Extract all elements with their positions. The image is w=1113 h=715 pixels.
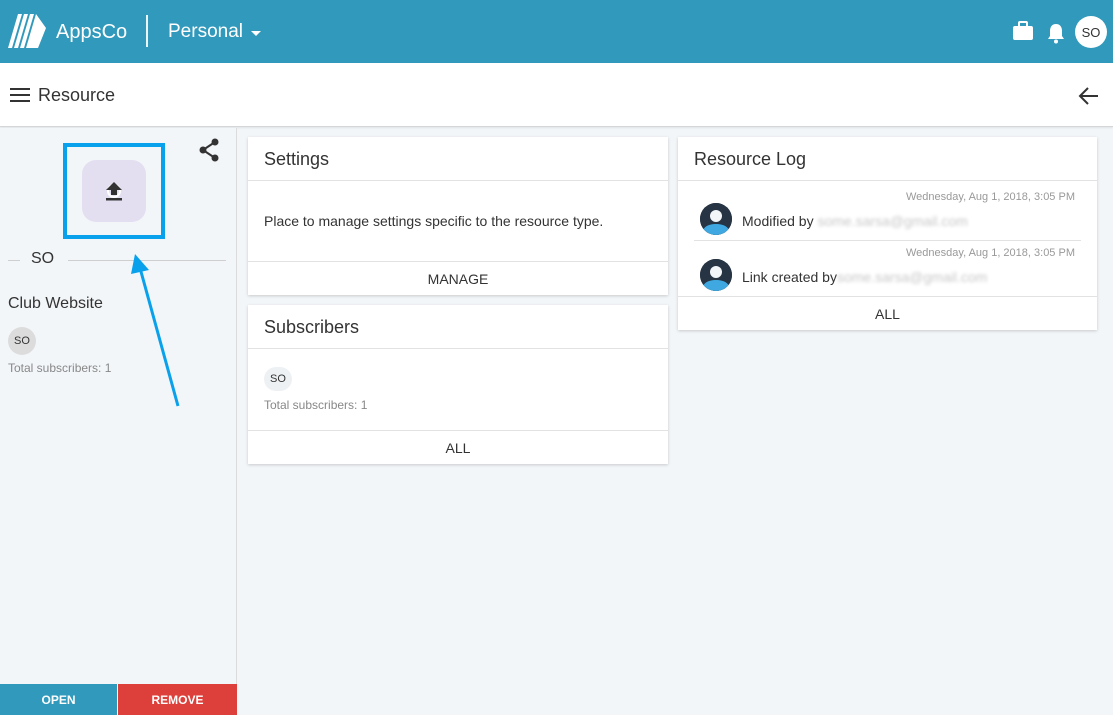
log-action: Link created by [742, 269, 837, 285]
log-text: Link created bysome.sarsa@gmail.com [742, 269, 987, 285]
user-avatar-icon [700, 203, 732, 235]
page-title: Resource [38, 85, 116, 105]
menu-icon[interactable] [10, 87, 30, 103]
top-bar: AppsCo Personal SO [0, 0, 1113, 63]
share-icon[interactable] [198, 138, 220, 162]
subscriber-chip[interactable]: SO [264, 367, 292, 391]
bell-icon[interactable] [1046, 22, 1066, 44]
chevron-down-icon [251, 30, 261, 36]
back-arrow-icon[interactable] [1078, 85, 1100, 107]
header-divider [146, 15, 148, 47]
app-name: AppsCo [56, 21, 128, 43]
card-title: Subscribers [248, 305, 668, 349]
annotation-arrow [131, 254, 180, 407]
divider [8, 260, 20, 261]
card-title: Resource Log [678, 137, 1097, 181]
resource-icon-upload[interactable] [63, 143, 165, 239]
log-entry: Wednesday, Aug 1, 2018, 3:05 PM Link cre… [694, 243, 1081, 297]
manage-button[interactable]: MANAGE [248, 261, 668, 295]
log-text: Modified by some.sarsa@gmail.com [742, 213, 968, 229]
owner-initials-row: SO [8, 250, 226, 270]
resource-sidebar: SO Club Website SO Total subscribers: 1 … [0, 128, 237, 715]
log-user: some.sarsa@gmail.com [836, 269, 988, 285]
log-timestamp: Wednesday, Aug 1, 2018, 3:05 PM [906, 247, 1075, 259]
resource-log-card: Resource Log Wednesday, Aug 1, 2018, 3:0… [678, 137, 1097, 330]
total-subscribers: Total subscribers: 1 [8, 361, 112, 375]
sub-header: Resource [0, 63, 1113, 127]
card-title: Settings [248, 137, 668, 181]
log-user: some.sarsa@gmail.com [817, 213, 968, 229]
subscriber-avatar[interactable]: SO [8, 327, 36, 355]
log-entry: Wednesday, Aug 1, 2018, 3:05 PM Modified… [694, 187, 1081, 241]
open-button[interactable]: OPEN [0, 684, 117, 715]
account-switcher[interactable]: Personal [168, 21, 261, 43]
log-timestamp: Wednesday, Aug 1, 2018, 3:05 PM [906, 191, 1075, 203]
account-label: Personal [168, 21, 243, 42]
settings-card: Settings Place to manage settings specif… [248, 137, 668, 295]
remove-button[interactable]: REMOVE [118, 684, 237, 715]
log-action: Modified by [742, 213, 814, 229]
user-avatar-icon [700, 259, 732, 291]
upload-icon [106, 182, 122, 201]
resource-image [82, 160, 146, 222]
settings-description: Place to manage settings specific to the… [264, 213, 604, 229]
subscribers-card: Subscribers SO Total subscribers: 1 ALL [248, 305, 668, 464]
briefcase-icon[interactable] [1012, 21, 1034, 41]
user-avatar[interactable]: SO [1075, 16, 1107, 48]
divider [68, 260, 226, 261]
all-log-button[interactable]: ALL [678, 296, 1097, 330]
owner-initials: SO [31, 250, 55, 267]
logo-icon[interactable] [8, 14, 46, 48]
all-subscribers-button[interactable]: ALL [248, 430, 668, 464]
resource-name: Club Website [8, 295, 103, 312]
total-subscribers: Total subscribers: 1 [264, 398, 368, 412]
